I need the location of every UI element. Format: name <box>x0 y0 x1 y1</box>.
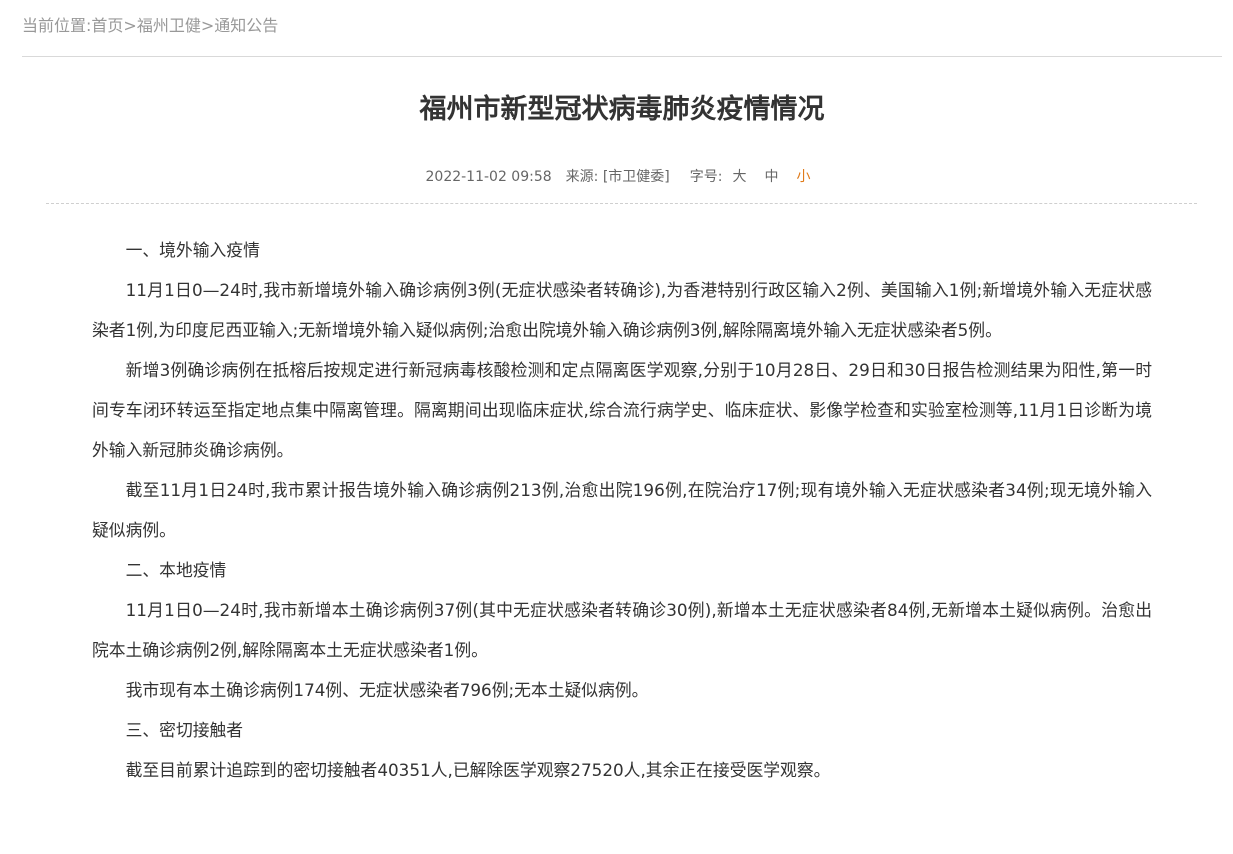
publish-date: 2022-11-02 09:58 <box>425 169 552 185</box>
article-title: 福州市新型冠状病毒肺炎疫情情况 <box>419 94 825 125</box>
breadcrumb-link-notices[interactable]: 通知公告 <box>214 16 278 35</box>
section-heading: 二、本地疫情 <box>125 560 227 580</box>
article-source: 来源: [市卫健委] <box>565 169 670 185</box>
article-paragraph: 截至11月1日24时,我市累计报告境外输入确诊病例213例,治愈出院196例,在… <box>92 480 1152 540</box>
section-heading: 三、密切接触者 <box>125 720 244 740</box>
article-paragraph: 我市现有本土确诊病例174例、无症状感染者796例;无本土疑似病例。 <box>125 680 649 700</box>
breadcrumb-separator: > <box>200 16 215 35</box>
breadcrumb-link-fuzhou-health[interactable]: 福州卫健 <box>137 16 201 35</box>
section-heading: 一、境外输入疫情 <box>125 240 260 260</box>
breadcrumb: 当前位置:首页>福州卫健>通知公告 <box>22 14 278 38</box>
article-paragraph: 截至目前累计追踪到的密切接触者40351人,已解除医学观察27520人,其余正在… <box>125 760 831 780</box>
breadcrumb-link-home[interactable]: 首页 <box>91 16 123 35</box>
article-body: 一、境外输入疫情 11月1日0—24时,我市新增境外输入确诊病例3例(无症状感染… <box>92 230 1152 790</box>
article-paragraph: 11月1日0—24时,我市新增境外输入确诊病例3例(无症状感染者转确诊),为香港… <box>92 280 1152 340</box>
font-size-small-button[interactable]: 小 <box>796 166 810 188</box>
meta-divider <box>46 203 1197 204</box>
font-size-large-button[interactable]: 大 <box>732 166 746 188</box>
article-meta: 2022-11-02 09:58 来源: [市卫健委] 字号: 大中小 <box>0 166 1233 188</box>
breadcrumb-separator: > <box>123 16 137 35</box>
top-divider <box>22 56 1222 57</box>
article-paragraph: 新增3例确诊病例在抵榕后按规定进行新冠病毒核酸检测和定点隔离医学观察,分别于10… <box>92 360 1152 460</box>
font-size-label: 字号: <box>689 169 723 185</box>
breadcrumb-prefix: 当前位置: <box>22 16 92 35</box>
font-size-medium-button[interactable]: 中 <box>764 166 778 188</box>
article-paragraph: 11月1日0—24时,我市新增本土确诊病例37例(其中无症状感染者转确诊30例)… <box>92 600 1152 660</box>
